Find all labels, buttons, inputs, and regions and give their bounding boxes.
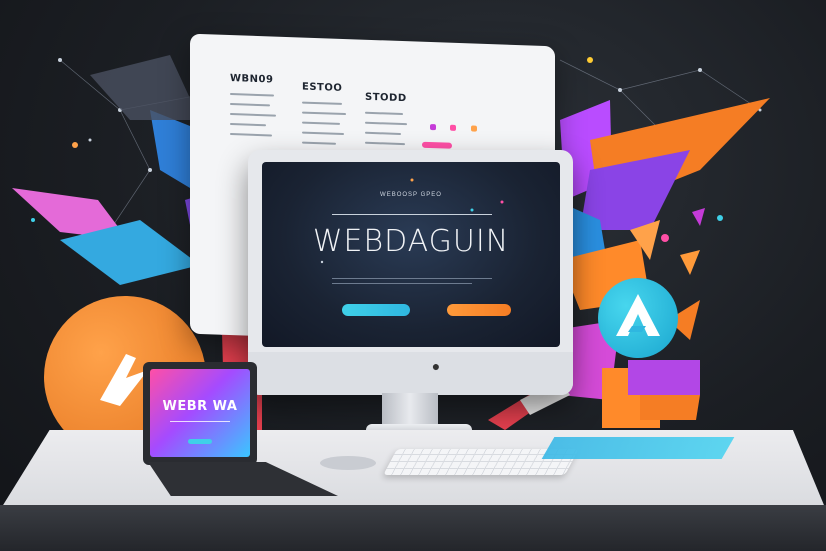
monitor-screen: WEBOOSP GPEO WEBDAGUIN — [262, 162, 560, 347]
icon-row — [430, 117, 477, 137]
apple-logo-icon: ● — [431, 358, 441, 374]
screen-sparkles — [320, 178, 504, 264]
monitor-chin — [248, 352, 573, 395]
desk-pad — [541, 437, 735, 459]
scene: WBN09 ESTOO STODD WEBOOSP GPEO WEBDAGUIN… — [0, 0, 826, 551]
a-logo-icon — [616, 294, 660, 336]
teal-circle-decoration — [598, 278, 678, 358]
text-block — [230, 93, 280, 145]
column-title: ESTOO — [302, 81, 343, 94]
text-block — [365, 111, 415, 154]
laptop-text-line — [170, 421, 230, 422]
laptop-display: WEBR WA — [150, 369, 250, 457]
column-title: STODD — [365, 91, 407, 105]
laptop-title: WEBR WA — [162, 399, 238, 414]
mouse — [320, 456, 376, 470]
panel-button — [422, 141, 452, 149]
column-title: WBN09 — [230, 73, 274, 86]
desk-front — [0, 505, 826, 551]
text-block — [302, 101, 352, 154]
laptop-button[interactable] — [188, 439, 212, 444]
